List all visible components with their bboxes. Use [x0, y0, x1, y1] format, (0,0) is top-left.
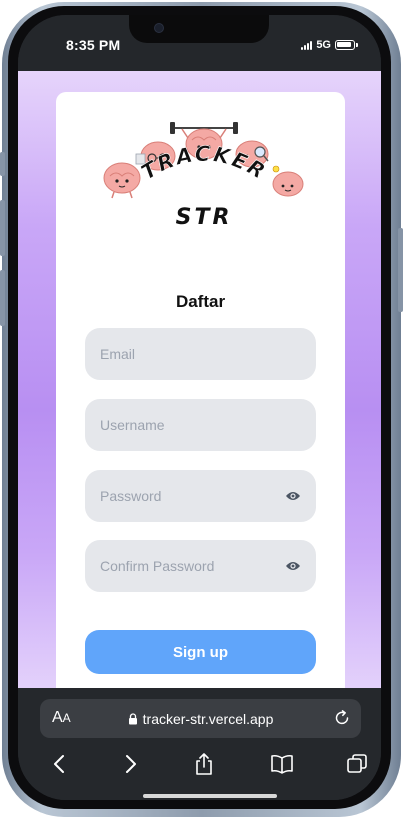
brain-mascot-lightbulb-icon	[272, 165, 304, 197]
share-icon	[196, 753, 212, 775]
show-password-eye-icon[interactable]	[285, 490, 301, 502]
forward-button[interactable]	[117, 750, 145, 778]
tracker-str-logo: TRACKER STR	[103, 122, 304, 228]
network-label: 5G	[316, 39, 331, 51]
volume-down-button	[0, 270, 5, 326]
volume-up-button	[0, 200, 5, 256]
web-content: TRACKER STR Daftar Email Username Sign u…	[18, 71, 381, 688]
logo-line-2: STR	[176, 205, 233, 228]
tabs-button[interactable]	[343, 750, 371, 778]
status-time: 8:35 PM	[66, 37, 121, 53]
chevron-right-icon	[126, 755, 136, 773]
signup-button[interactable]: Sign up	[85, 630, 316, 674]
show-confirm-password-eye-icon[interactable]	[285, 560, 301, 572]
url-text[interactable]: tracker-str.vercel.app	[143, 711, 274, 727]
silent-switch	[0, 152, 5, 176]
confirm-password-field[interactable]	[85, 540, 316, 592]
camera-icon	[154, 23, 164, 33]
address-bar[interactable]: AA tracker-str.vercel.app	[40, 699, 361, 738]
phone-screen: 8:35 PM 5G TRACKER STR Daftar Email User…	[18, 15, 381, 800]
notch	[129, 15, 269, 43]
browser-toolbar	[18, 750, 381, 780]
lock-icon	[128, 712, 137, 724]
signup-card: TRACKER STR Daftar Email Username Sign u…	[56, 92, 345, 688]
back-button[interactable]	[45, 750, 73, 778]
tabs-icon	[347, 754, 367, 773]
book-icon	[271, 754, 293, 774]
battery-icon	[335, 40, 358, 50]
form-title: Daftar	[175, 292, 226, 311]
brain-mascot-left-icon	[103, 162, 141, 199]
reload-icon[interactable]	[333, 709, 351, 727]
power-button	[398, 228, 403, 312]
bookmarks-button[interactable]	[268, 750, 296, 778]
status-bar: 8:35 PM 5G	[18, 15, 381, 71]
chevron-left-icon	[54, 755, 64, 773]
password-field[interactable]	[85, 470, 316, 522]
home-indicator[interactable]	[143, 794, 277, 798]
signal-icon	[301, 40, 313, 50]
browser-chrome: AA tracker-str.vercel.app	[18, 688, 381, 800]
email-field[interactable]	[85, 328, 316, 380]
url-group: tracker-str.vercel.app	[40, 699, 361, 738]
phone-bezel: 8:35 PM 5G TRACKER STR Daftar Email User…	[8, 6, 391, 809]
status-indicators: 5G	[301, 39, 358, 51]
share-button[interactable]	[190, 750, 218, 778]
username-field[interactable]	[85, 399, 316, 451]
